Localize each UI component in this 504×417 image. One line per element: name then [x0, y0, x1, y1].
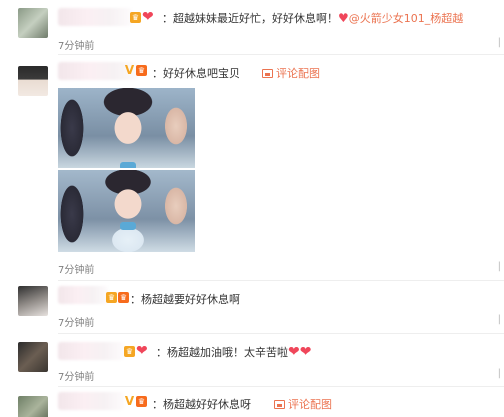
- more-options[interactable]: |: [498, 37, 501, 48]
- photo-detail: [120, 222, 136, 230]
- user-badges: ♛ ❤: [130, 10, 154, 24]
- user-badges: ♛ ♛: [106, 292, 129, 303]
- username-blurred[interactable]: [58, 342, 124, 360]
- comment-text: ：杨超越要好好休息啊: [130, 293, 240, 306]
- divider: [58, 386, 504, 387]
- comment-photo[interactable]: [58, 88, 195, 168]
- comment-image-link[interactable]: 评论配图: [274, 396, 332, 412]
- divider: [58, 280, 504, 281]
- badge-icon: ♛: [124, 345, 135, 357]
- comment-time: 7分钟前: [58, 265, 95, 276]
- divider: [58, 333, 504, 334]
- avatar[interactable]: [18, 396, 48, 417]
- vip-icon: V: [124, 63, 135, 77]
- username-blurred[interactable]: [58, 392, 124, 410]
- comment-text: ：超越妹妹最近好忙，好好休息啊！♥@火箭少女101_杨超越: [162, 10, 463, 26]
- comment-text: ：杨超越加油哦！太辛苦啦❤❤: [156, 344, 311, 360]
- avatar[interactable]: [18, 286, 48, 316]
- more-options[interactable]: |: [498, 261, 501, 272]
- heart-icon: ❤: [288, 344, 300, 360]
- avatar[interactable]: [18, 342, 48, 372]
- divider: [58, 54, 504, 55]
- comment-item: ♛ ❤ ：杨超越加油哦！太辛苦啦❤❤ 7分钟前 |: [0, 338, 504, 386]
- badge-icon: ♛: [136, 396, 147, 407]
- badge-icon: ♛: [136, 65, 147, 76]
- heart-icon: ❤: [142, 9, 154, 25]
- comment-item: ♛ ♛ ：杨超越要好好休息啊 7分钟前 |: [0, 284, 504, 334]
- mention-link[interactable]: @火箭少女101_杨超越: [349, 12, 464, 25]
- comment-body: ：杨超越加油哦！太辛苦啦: [156, 346, 288, 359]
- badge-icon: ♛: [118, 292, 129, 303]
- comment-text: ：杨超越好好休息呀: [152, 398, 251, 411]
- comment-time: 7分钟前: [58, 41, 95, 52]
- more-options[interactable]: |: [498, 368, 501, 379]
- username-blurred[interactable]: [58, 8, 132, 26]
- user-badges: ♛ ❤: [124, 344, 148, 358]
- user-badges: V ♛: [124, 63, 147, 77]
- heart-icon: ❤: [299, 344, 312, 360]
- comment-body: ：超越妹妹最近好忙，好好休息啊！: [162, 12, 338, 25]
- comment-image-link[interactable]: 评论配图: [262, 65, 320, 81]
- comment-image-link-label: 评论配图: [288, 398, 332, 411]
- avatar[interactable]: [18, 8, 48, 38]
- mention-heart-icon: ♥: [338, 11, 349, 25]
- image-icon: [262, 68, 273, 78]
- badge-icon: ♛: [130, 11, 141, 23]
- photo-detail: [120, 162, 136, 168]
- avatar[interactable]: [18, 66, 48, 96]
- comment-item: V ♛ ：杨超越好好休息呀 评论配图: [0, 390, 504, 417]
- username-blurred[interactable]: [58, 286, 108, 304]
- user-badges: V ♛: [124, 394, 147, 408]
- comment-image-link-label: 评论配图: [276, 67, 320, 80]
- heart-icon: ❤: [136, 343, 148, 359]
- comment-item: ♛ ❤ ：超越妹妹最近好忙，好好休息啊！♥@火箭少女101_杨超越 7分钟前 |: [0, 0, 504, 52]
- more-options[interactable]: |: [498, 314, 501, 325]
- comment-photo[interactable]: [58, 170, 195, 252]
- comment-text: ：好好休息吧宝贝: [152, 67, 240, 80]
- comment-time: 7分钟前: [58, 372, 95, 383]
- vip-icon: V: [124, 394, 135, 408]
- comment-time: 7分钟前: [58, 318, 95, 329]
- image-icon: [274, 399, 285, 409]
- badge-icon: ♛: [106, 292, 117, 303]
